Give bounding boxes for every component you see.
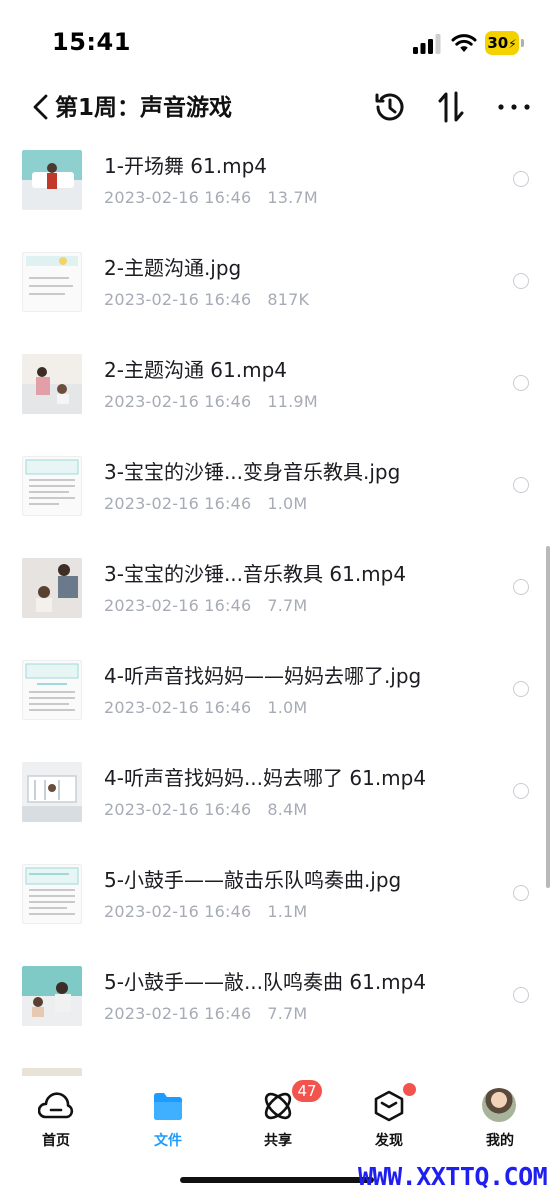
- file-size: 1.1M: [267, 902, 308, 921]
- avatar[interactable]: [482, 1088, 516, 1122]
- battery-level: 30⚡: [485, 31, 519, 55]
- file-name: 5-小鼓手——敲...队鸣奏曲 61.mp4: [104, 970, 427, 994]
- select-checkbox[interactable]: [513, 273, 529, 289]
- file-date: 2023-02-16 16:46: [104, 800, 252, 819]
- nav-bar: 第1周：声音游戏: [0, 80, 555, 136]
- file-row[interactable]: 4-听声音找妈妈...妈去哪了 61.mp4 2023-02-16 16:46 8…: [0, 748, 555, 850]
- tab-files[interactable]: 文件: [128, 1084, 208, 1154]
- file-date: 2023-02-16 16:46: [104, 1004, 252, 1023]
- notification-dot: [403, 1083, 416, 1096]
- file-date: 2023-02-16 16:46: [104, 596, 252, 615]
- file-row[interactable]: 3-宝宝的沙锤...变身音乐教具.jpg 2023-02-16 16:46 1.0…: [0, 442, 555, 544]
- cellular-signal-icon: [413, 34, 441, 54]
- file-row[interactable]: 5-小鼓手——敲击乐队鸣奏曲.jpg 2023-02-16 16:46 1.1M: [0, 850, 555, 952]
- image-thumbnail: [22, 660, 82, 720]
- file-list[interactable]: 1-开场舞 61.mp4 2023-02-16 16:46 13.7M 2-主题沟…: [0, 136, 555, 1076]
- box-icon: [374, 1090, 404, 1122]
- file-size: 1.0M: [267, 698, 308, 717]
- file-size: 11.9M: [267, 392, 318, 411]
- file-row[interactable]: 2-主题沟通.jpg 2023-02-16 16:46 817K: [0, 238, 555, 340]
- file-row[interactable]: 1-开场舞 61.mp4 2023-02-16 16:46 13.7M: [0, 136, 555, 238]
- file-name: 5-小鼓手——敲击乐队鸣奏曲.jpg: [104, 868, 402, 892]
- tab-label: 文件: [154, 1133, 182, 1149]
- file-name: 4-听声音找妈妈...妈去哪了 61.mp4: [104, 766, 427, 790]
- select-checkbox[interactable]: [513, 375, 529, 391]
- file-date: 2023-02-16 16:46: [104, 290, 252, 309]
- image-thumbnail: [22, 456, 82, 516]
- cloud-icon: [38, 1092, 74, 1119]
- file-size: 13.7M: [267, 188, 318, 207]
- file-size: 7.7M: [267, 596, 308, 615]
- file-row[interactable]: 5-小鼓手——敲...队鸣奏曲 61.mp4 2023-02-16 16:46 7…: [0, 952, 555, 1054]
- image-thumbnail: [22, 864, 82, 924]
- more-icon[interactable]: [495, 88, 533, 126]
- file-name: 4-听声音找妈妈——妈妈去哪了.jpg: [104, 664, 422, 688]
- tab-label: 首页: [42, 1133, 70, 1149]
- file-meta: 2023-02-16 16:46 1.0M: [104, 697, 307, 719]
- page-title: 第1周：声音游戏: [55, 95, 233, 121]
- battery-indicator: 30⚡: [485, 31, 525, 55]
- sort-icon[interactable]: [432, 88, 470, 126]
- file-row[interactable]: 3-宝宝的沙锤...音乐教具 61.mp4 2023-02-16 16:46 7.…: [0, 544, 555, 646]
- file-name: 3-宝宝的沙锤...变身音乐教具.jpg: [104, 460, 401, 484]
- scrollbar[interactable]: [546, 546, 550, 888]
- home-indicator[interactable]: [180, 1177, 374, 1183]
- video-thumbnail: [22, 150, 82, 210]
- file-row[interactable]: 2-主题沟通 61.mp4 2023-02-16 16:46 11.9M: [0, 340, 555, 442]
- video-thumbnail: [22, 558, 82, 618]
- file-meta: 2023-02-16 16:46 8.4M: [104, 799, 307, 821]
- file-name: 2-主题沟通 61.mp4: [104, 358, 288, 382]
- file-meta: 2023-02-16 16:46 7.7M: [104, 595, 307, 617]
- file-date: 2023-02-16 16:46: [104, 698, 252, 717]
- charging-bolt-icon: ⚡: [508, 37, 517, 51]
- file-meta: 2023-02-16 16:46 13.7M: [104, 187, 318, 209]
- file-meta: 2023-02-16 16:46 817K: [104, 289, 309, 311]
- select-checkbox[interactable]: [513, 987, 529, 1003]
- tab-discover[interactable]: 发现: [349, 1084, 429, 1154]
- status-time: 15:41: [52, 28, 131, 56]
- tab-label: 共享: [264, 1133, 292, 1149]
- select-checkbox[interactable]: [513, 579, 529, 595]
- file-name: 1-开场舞 61.mp4: [104, 154, 268, 178]
- tab-home[interactable]: 首页: [16, 1084, 96, 1154]
- file-size: 817K: [267, 290, 310, 309]
- wifi-icon: [451, 34, 477, 52]
- select-checkbox[interactable]: [513, 171, 529, 187]
- file-date: 2023-02-16 16:46: [104, 902, 252, 921]
- select-checkbox[interactable]: [513, 885, 529, 901]
- file-size: 7.7M: [267, 1004, 308, 1023]
- video-thumbnail: [22, 966, 82, 1026]
- file-name: 3-宝宝的沙锤...音乐教具 61.mp4: [104, 562, 407, 586]
- file-date: 2023-02-16 16:46: [104, 188, 252, 207]
- select-checkbox[interactable]: [513, 681, 529, 697]
- folder-icon: [154, 1093, 182, 1120]
- video-thumbnail: [22, 1068, 82, 1076]
- file-name: 2-主题沟通.jpg: [104, 256, 242, 280]
- file-meta: 2023-02-16 16:46 7.7M: [104, 1003, 307, 1025]
- battery-cap: [521, 39, 524, 47]
- video-thumbnail: [22, 762, 82, 822]
- file-meta: 2023-02-16 16:46 11.9M: [104, 391, 318, 413]
- file-size: 8.4M: [267, 800, 308, 819]
- watermark: WWW.XXTTQ.COM: [358, 1162, 548, 1191]
- file-meta: 2023-02-16 16:46 1.0M: [104, 493, 307, 515]
- select-checkbox[interactable]: [513, 783, 529, 799]
- image-thumbnail: [22, 252, 82, 312]
- file-meta: 2023-02-16 16:46 1.1M: [104, 901, 307, 923]
- file-date: 2023-02-16 16:46: [104, 494, 252, 513]
- battery-level-text: 30: [487, 34, 509, 52]
- file-size: 1.0M: [267, 494, 308, 513]
- file-row[interactable]: [0, 1054, 555, 1076]
- file-date: 2023-02-16 16:46: [104, 392, 252, 411]
- tab-label: 发现: [375, 1133, 403, 1149]
- chevron-left-icon[interactable]: [28, 92, 54, 122]
- status-bar: 15:41 30⚡: [0, 0, 555, 88]
- select-checkbox[interactable]: [513, 477, 529, 493]
- history-icon[interactable]: [371, 88, 409, 126]
- tab-label: 我的: [486, 1133, 514, 1149]
- file-row[interactable]: 4-听声音找妈妈——妈妈去哪了.jpg 2023-02-16 16:46 1.0M: [0, 646, 555, 748]
- notification-badge: 47: [290, 1078, 324, 1104]
- video-thumbnail: [22, 354, 82, 414]
